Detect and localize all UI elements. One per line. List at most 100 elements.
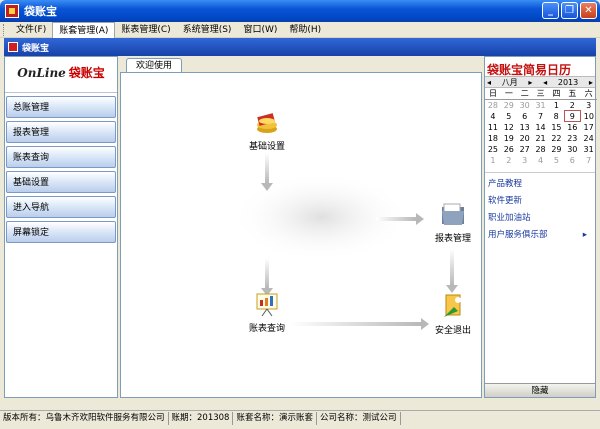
calendar-day[interactable]: 12 xyxy=(501,122,517,133)
calendar-day[interactable]: 8 xyxy=(549,111,565,122)
inner-app-icon xyxy=(8,42,18,52)
calendar-day[interactable]: 17 xyxy=(580,122,597,133)
flow-exit-label: 安全退出 xyxy=(434,326,471,336)
link-career-station[interactable]: 职业加油站 xyxy=(485,210,595,227)
flow-report-label: 报表管理 xyxy=(434,234,471,244)
calendar-day[interactable]: 20 xyxy=(517,133,533,144)
calendar-day[interactable]: 15 xyxy=(549,122,565,133)
calendar-day[interactable]: 22 xyxy=(549,133,565,144)
status-set-name: 账套名称：演示账套 xyxy=(233,411,317,425)
weekday-header: 五 xyxy=(564,88,581,100)
menu-bar: 文件(F) 账套管理(A) 账表管理(C) 系统管理(S) 窗口(W) 帮助(H… xyxy=(0,21,600,38)
prev-month-icon[interactable]: ◂ xyxy=(487,78,491,87)
calendar-day[interactable]: 30 xyxy=(564,144,580,155)
menu-file[interactable]: 文件(F) xyxy=(10,22,52,38)
flow-report-management[interactable]: 报表管理 xyxy=(423,201,483,244)
weekday-header: 日 xyxy=(485,88,501,100)
app-icon xyxy=(5,4,19,18)
menu-system[interactable]: 系统管理(S) xyxy=(177,22,238,38)
next-year-icon[interactable]: ▸ xyxy=(589,78,593,87)
nav-basic-settings[interactable]: 基础设置 xyxy=(6,171,116,193)
calendar-day[interactable]: 28 xyxy=(533,144,549,155)
nav-report-management[interactable]: 报表管理 xyxy=(6,121,116,143)
calendar-day[interactable]: 3 xyxy=(517,155,533,166)
calendar-day[interactable]: 11 xyxy=(485,122,501,133)
brand-en: OnLine xyxy=(17,66,66,80)
arrowhead-report-exit xyxy=(446,285,458,293)
calendar-year[interactable]: 2013 xyxy=(558,78,578,87)
inner-title: 袋账宝 xyxy=(22,43,50,54)
presentation-board-icon xyxy=(254,291,280,317)
calendar-day[interactable]: 27 xyxy=(517,144,533,155)
right-panel: 袋账宝简易日历 ◂ 八月 ▸ ◂ 2013 ▸ 日一二三四五六 28 29 30 31… xyxy=(484,56,597,398)
calendar-day[interactable]: 7 xyxy=(580,155,597,166)
nav-general-ledger[interactable]: 总账管理 xyxy=(6,96,116,118)
menu-ledgers[interactable]: 账表管理(C) xyxy=(115,22,176,38)
link-software-update[interactable]: 软件更新 xyxy=(485,193,595,210)
calendar-day[interactable]: 13 xyxy=(517,122,533,133)
calendar-day[interactable]: 4 xyxy=(533,155,549,166)
calendar-day[interactable]: 31 xyxy=(533,100,549,111)
close-button[interactable]: ✕ xyxy=(580,2,597,19)
calendar-day[interactable]: 21 xyxy=(533,133,549,144)
calendar-day[interactable]: 23 xyxy=(564,133,580,144)
weekday-header: 四 xyxy=(548,88,565,100)
calendar-day[interactable]: 19 xyxy=(501,133,517,144)
inner-title-bar: 袋账宝 xyxy=(4,38,596,56)
next-month-icon[interactable]: ▸ xyxy=(528,78,532,87)
menu-window[interactable]: 窗口(W) xyxy=(237,22,283,38)
tab-welcome[interactable]: 欢迎使用 xyxy=(126,58,183,73)
calendar-month[interactable]: 八月 xyxy=(502,77,518,88)
calendar-grid: 日一二三四五六 28 29 30 31 1 2 3 4 5 6 7 8 9 10 11 12 13 14 15 16 1… xyxy=(485,88,597,166)
calendar-day[interactable]: 4 xyxy=(485,111,501,122)
hide-button[interactable]: 隐藏 xyxy=(485,383,595,397)
calendar-day[interactable]: 1 xyxy=(485,155,501,166)
link-list: 产品教程 软件更新 职业加油站 用户服务俱乐部 ▸ xyxy=(485,171,595,244)
menu-help[interactable]: 帮助(H) xyxy=(283,22,327,38)
calendar-day[interactable]: 6 xyxy=(564,155,580,166)
calendar-day[interactable]: 18 xyxy=(485,133,501,144)
weekday-header: 三 xyxy=(532,88,549,100)
calendar-day[interactable]: 29 xyxy=(549,144,565,155)
calendar-day[interactable]: 31 xyxy=(580,144,597,155)
weekday-header: 二 xyxy=(516,88,533,100)
calendar-day[interactable]: 14 xyxy=(533,122,549,133)
calendar-day[interactable]: 2 xyxy=(564,100,580,111)
calendar-day[interactable]: 2 xyxy=(501,155,517,166)
calendar-day[interactable]: 24 xyxy=(580,133,597,144)
link-user-club[interactable]: 用户服务俱乐部 ▸ xyxy=(485,227,595,244)
calendar-day[interactable]: 30 xyxy=(517,100,533,111)
link-product-tutorial[interactable]: 产品教程 xyxy=(485,176,595,193)
calendar-day[interactable]: 25 xyxy=(485,144,501,155)
status-company: 公司名称：测试公司 xyxy=(317,411,401,425)
nav-screen-lock[interactable]: 屏幕锁定 xyxy=(6,221,116,243)
minimize-button[interactable]: _ xyxy=(542,2,559,19)
restore-button[interactable]: ❐ xyxy=(561,2,578,19)
flow-ledger-query[interactable]: 账表查询 xyxy=(237,291,297,334)
calendar-day[interactable]: 5 xyxy=(549,155,565,166)
calendar-day[interactable]: 16 xyxy=(564,122,580,133)
prev-year-icon[interactable]: ◂ xyxy=(543,78,547,87)
calendar-day[interactable]: 7 xyxy=(533,111,549,122)
calendar-day[interactable]: 9 xyxy=(563,110,581,122)
flow-basic-settings[interactable]: 基础设置 xyxy=(237,109,297,152)
calendar-day[interactable]: 29 xyxy=(501,100,517,111)
flow-safe-exit[interactable]: 安全退出 xyxy=(423,293,483,336)
calendar-day[interactable]: 3 xyxy=(580,100,597,111)
calendar-title: 袋账宝简易日历 xyxy=(487,63,572,77)
weekday-header: 一 xyxy=(500,88,517,100)
nav-enter-guide[interactable]: 进入导航 xyxy=(6,196,116,218)
left-panel: OnLine 袋账宝 总账管理 报表管理 账表查询 基础设置 进入导航 屏幕锁定 xyxy=(4,56,118,398)
weekday-header: 六 xyxy=(580,88,597,100)
calendar-day[interactable]: 5 xyxy=(501,111,517,122)
menu-accounts[interactable]: 账套管理(A) xyxy=(52,21,116,38)
calendar-day[interactable]: 28 xyxy=(485,100,501,111)
calendar-day[interactable]: 6 xyxy=(517,111,533,122)
calendar-day[interactable]: 26 xyxy=(501,144,517,155)
calendar-day[interactable]: 1 xyxy=(549,100,565,111)
brand-logo: OnLine 袋账宝 xyxy=(5,57,117,93)
flow-query-label: 账表查询 xyxy=(248,324,285,334)
nav-ledger-query[interactable]: 账表查询 xyxy=(6,146,116,168)
calendar-day[interactable]: 10 xyxy=(580,111,597,122)
nav-list: 总账管理 报表管理 账表查询 基础设置 进入导航 屏幕锁定 xyxy=(5,93,117,243)
